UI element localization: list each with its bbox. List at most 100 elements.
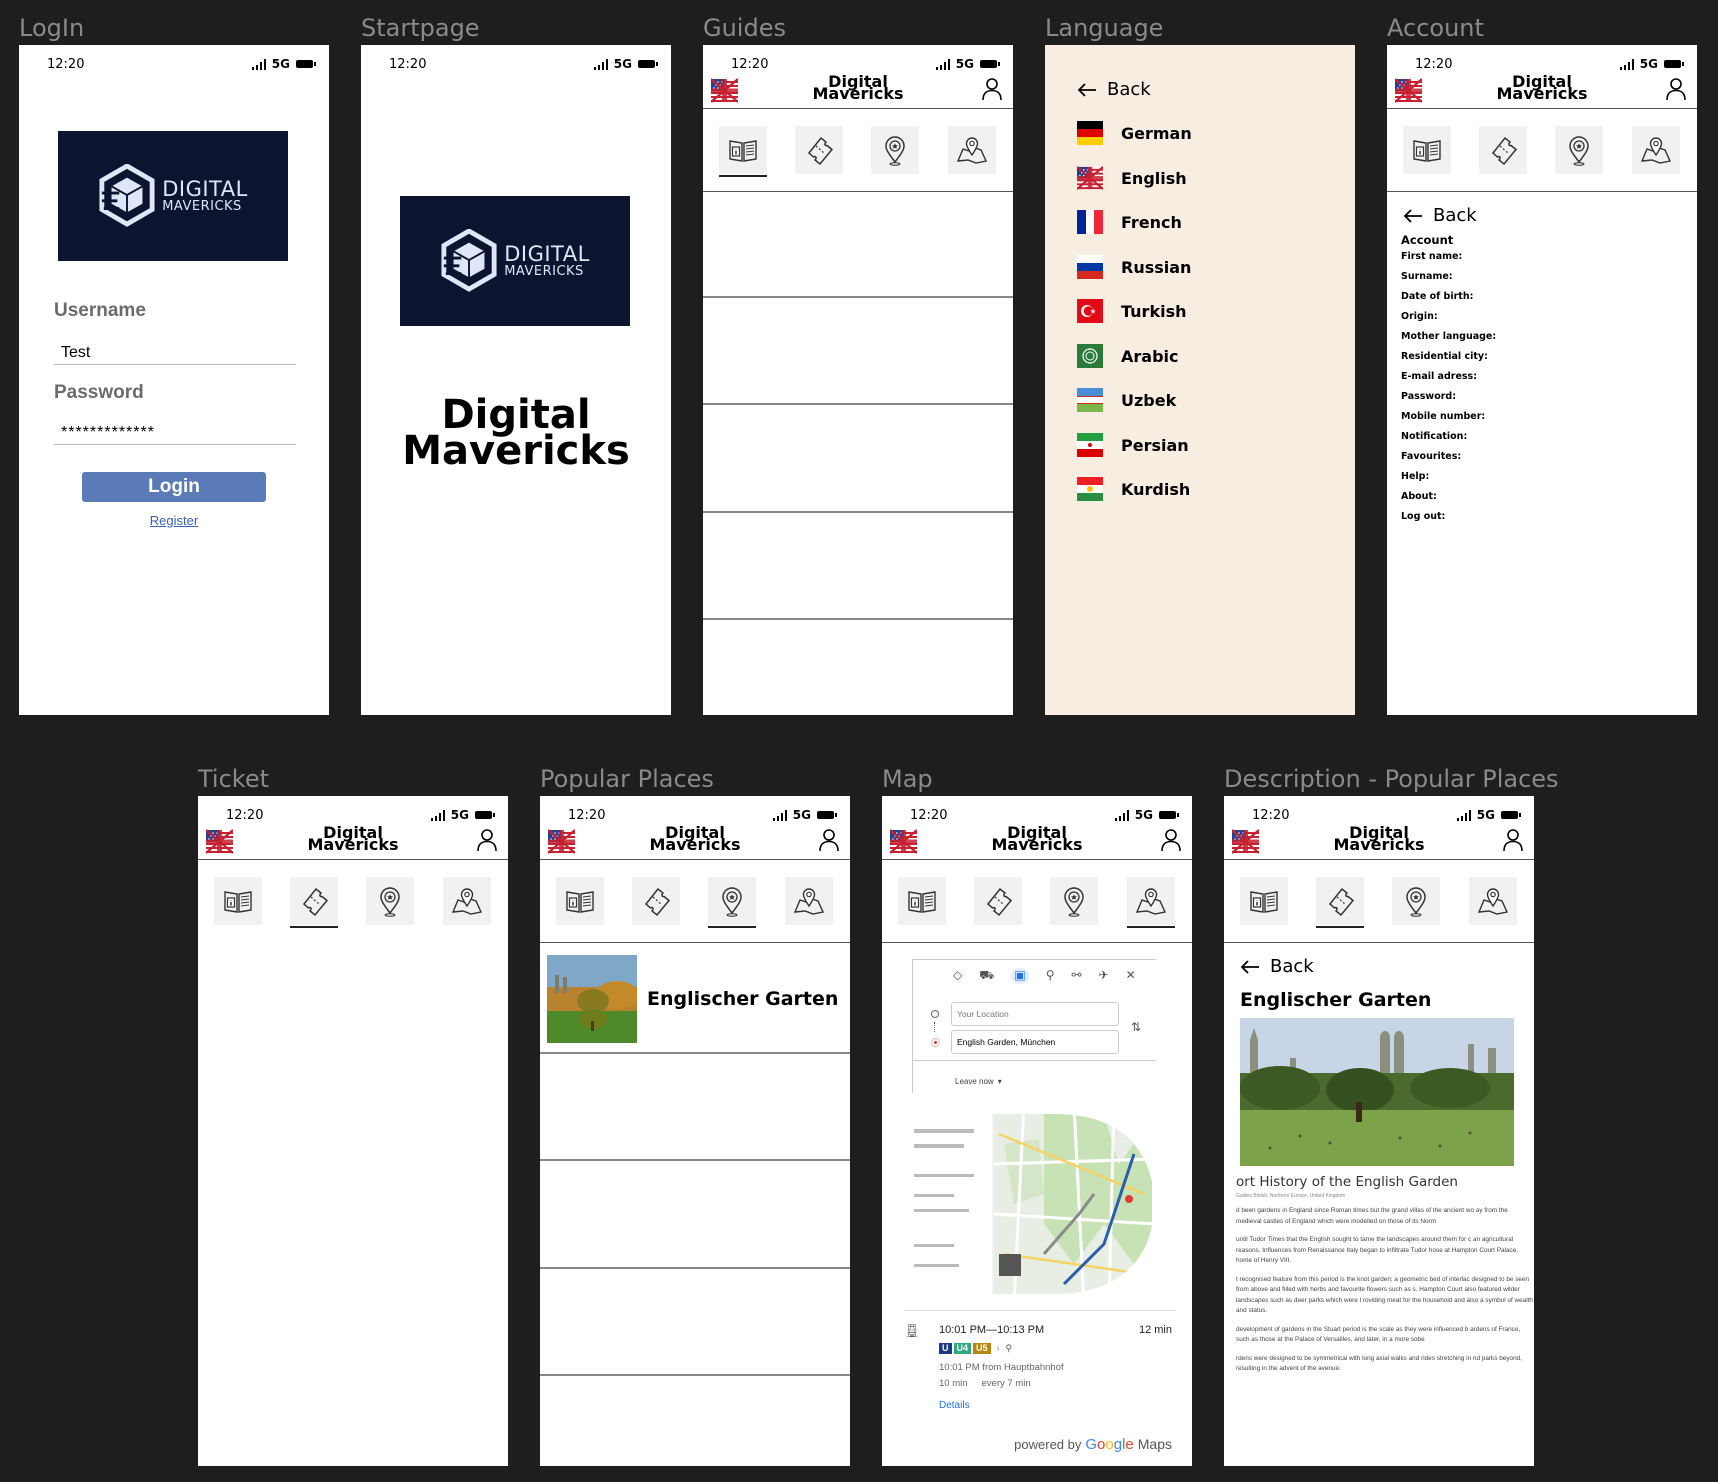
back-label: Back [1270, 956, 1314, 977]
language-item-german[interactable]: German [1077, 120, 1192, 146]
bike-icon[interactable]: ⚯ [1071, 968, 1081, 984]
frame-label-account: Account [1387, 14, 1484, 42]
account-field-surname[interactable]: Surname: [1401, 271, 1453, 282]
back-button[interactable]: Back [1240, 956, 1314, 977]
password-field[interactable] [54, 422, 296, 445]
swap-icon[interactable]: ⇅ [1131, 1020, 1141, 1034]
app-bar: Digital Mavericks [703, 73, 1013, 109]
tab-map[interactable] [1632, 126, 1680, 174]
account-field-date-of-birth[interactable]: Date of birth: [1401, 291, 1473, 302]
route-time: 10:01 PM—10:13 PM [939, 1324, 1045, 1336]
language-item-arabic[interactable]: Arabic [1077, 343, 1179, 369]
login-button[interactable]: Login [82, 472, 266, 502]
signal-icon [1114, 809, 1129, 821]
origin-input[interactable] [951, 1002, 1119, 1026]
app-title-line2: Mavericks [1496, 84, 1588, 103]
tab-guides[interactable] [1240, 877, 1288, 925]
flight-icon[interactable]: ✈ [1099, 968, 1109, 984]
back-button[interactable]: Back [1077, 79, 1151, 100]
language-flag-icon[interactable] [711, 77, 738, 104]
tab-ticket[interactable] [632, 877, 680, 925]
map-icon [955, 133, 989, 167]
tab-popular-places[interactable] [1050, 877, 1098, 925]
walk-icon[interactable]: ⚲ [1046, 968, 1055, 984]
account-field-residential-city[interactable]: Residential city: [1401, 351, 1488, 362]
tab-popular-places[interactable] [366, 877, 414, 925]
tab-guides[interactable] [898, 877, 946, 925]
language-item-english[interactable]: English [1077, 165, 1187, 191]
tab-popular-places[interactable] [871, 126, 919, 174]
language-item-kurdish[interactable]: Kurdish [1077, 476, 1190, 502]
account-icon[interactable] [1502, 828, 1524, 852]
language-item-russian[interactable]: Russian [1077, 254, 1191, 280]
account-field-help[interactable]: Help: [1401, 471, 1429, 482]
details-link[interactable]: Details [939, 1400, 970, 1411]
list-item-englischer-garten[interactable]: Englischer Garten [540, 945, 850, 1052]
location-pin-icon [1057, 884, 1091, 918]
tab-ticket[interactable] [1479, 126, 1527, 174]
back-button[interactable]: Back [1403, 205, 1477, 226]
tab-map[interactable] [1127, 877, 1175, 928]
language-flag-icon[interactable] [206, 828, 233, 855]
tab-guides[interactable] [1403, 126, 1451, 174]
tab-ticket[interactable] [795, 126, 843, 174]
language-item-french[interactable]: French [1077, 209, 1182, 235]
account-field-about[interactable]: About: [1401, 491, 1437, 502]
tab-popular-places[interactable] [708, 877, 756, 928]
tab-guides[interactable] [214, 877, 262, 925]
close-icon[interactable]: ✕ [1126, 968, 1136, 984]
app-title: Digital Mavericks [1496, 74, 1588, 103]
car-icon[interactable]: ⛟ [979, 968, 994, 984]
language-item-turkish[interactable]: Turkish [1077, 298, 1186, 324]
account-field-origin[interactable]: Origin: [1401, 311, 1438, 322]
register-link[interactable]: Register [19, 513, 329, 528]
origin-dot-icon [931, 1010, 939, 1018]
account-icon[interactable] [476, 828, 498, 852]
tab-popular-places[interactable] [1555, 126, 1603, 174]
account-field-first-name[interactable]: First name: [1401, 251, 1462, 262]
guide-book-icon [1247, 884, 1281, 918]
account-icon[interactable] [1665, 77, 1687, 101]
destination-input[interactable] [951, 1030, 1119, 1054]
account-field-password[interactable]: Password: [1401, 391, 1456, 402]
language-flag-icon[interactable] [1232, 828, 1259, 855]
language-item-uzbek[interactable]: Uzbek [1077, 387, 1176, 413]
frame-label-language: Language [1045, 14, 1164, 42]
app-bar: Digital Mavericks [1224, 824, 1534, 860]
account-field-log-out[interactable]: Log out: [1401, 511, 1445, 522]
username-field[interactable] [54, 342, 296, 365]
tab-map[interactable] [785, 877, 833, 925]
language-label: English [1121, 168, 1187, 188]
account-icon[interactable] [818, 828, 840, 852]
account-field-favourites[interactable]: Favourites: [1401, 451, 1461, 462]
tab-popular-places[interactable] [1392, 877, 1440, 925]
account-icon[interactable] [981, 77, 1003, 101]
tab-ticket[interactable] [974, 877, 1022, 925]
language-flag-icon[interactable] [548, 828, 575, 855]
frame-label-description: Description - Popular Places [1224, 765, 1559, 793]
tab-map[interactable] [443, 877, 491, 925]
tab-ticket[interactable] [290, 877, 338, 928]
back-label: Back [1107, 79, 1151, 100]
leave-now-dropdown[interactable]: Leave now ▾ [955, 1077, 1002, 1086]
arrow-left-icon [1403, 208, 1423, 224]
account-field-email[interactable]: E-mail adress: [1401, 371, 1477, 382]
powered-by-google: powered by Google Maps [1014, 1436, 1172, 1453]
language-item-persian[interactable]: Persian [1077, 432, 1189, 458]
divider [540, 1267, 850, 1269]
best-route-icon[interactable]: ◇ [953, 968, 962, 984]
transit-icon[interactable]: ▣ [1011, 968, 1029, 984]
tab-guides[interactable] [719, 126, 767, 177]
account-field-mother-language[interactable]: Mother language: [1401, 331, 1496, 342]
divider [904, 1310, 1176, 1311]
tab-map[interactable] [1469, 877, 1517, 925]
account-field-mobile-number[interactable]: Mobile number: [1401, 411, 1485, 422]
tab-guides[interactable] [556, 877, 604, 925]
tab-map[interactable] [948, 126, 996, 174]
language-flag-icon[interactable] [1395, 77, 1422, 104]
tab-ticket[interactable] [1316, 877, 1364, 928]
language-flag-icon[interactable] [890, 828, 917, 855]
ticket-icon [802, 133, 836, 167]
account-icon[interactable] [1160, 828, 1182, 852]
account-field-notification[interactable]: Notification: [1401, 431, 1467, 442]
